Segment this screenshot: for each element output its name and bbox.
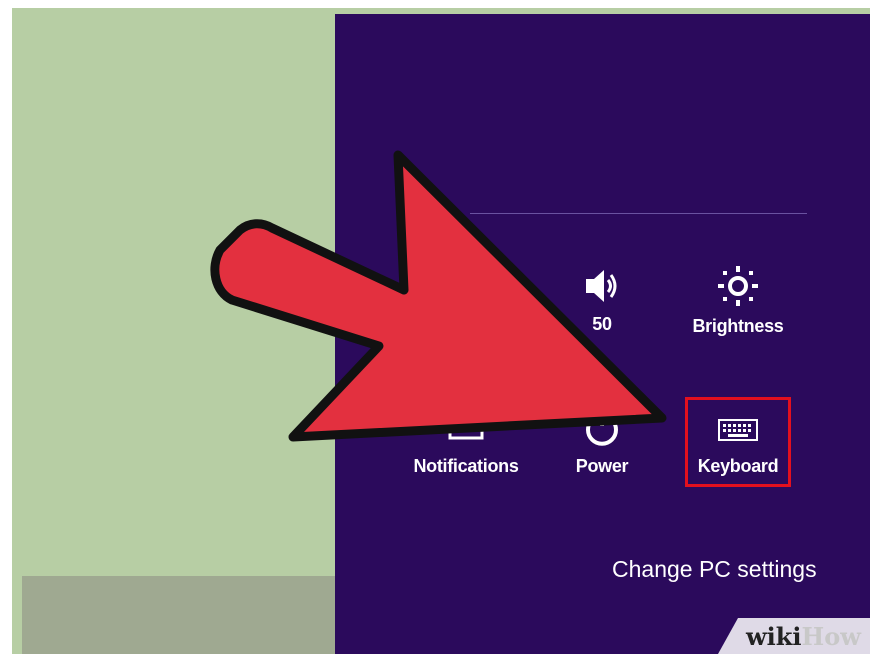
wikihow-watermark: wikiHow [718, 618, 870, 654]
frame-edge-top [0, 0, 870, 8]
red-pointer-arrow-icon [210, 150, 667, 442]
frame-edge-left [0, 0, 12, 654]
watermark-how: How [801, 622, 861, 651]
watermark-wiki: wiki [746, 622, 802, 651]
screenshot-frame: 50 Brightness Notifications Power Keyboa… [0, 0, 870, 654]
